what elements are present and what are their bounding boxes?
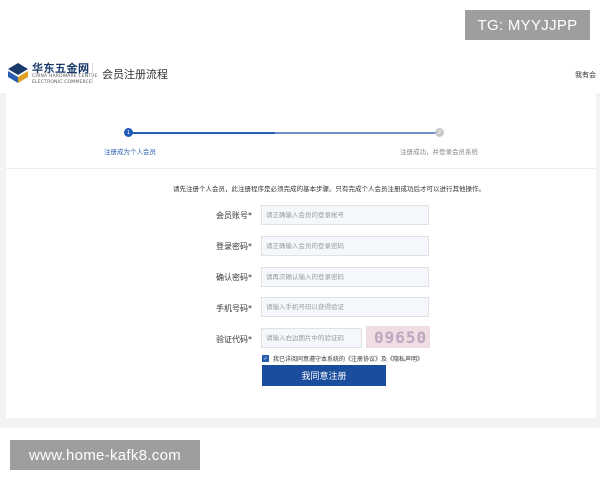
login-link[interactable]: 我有会: [575, 70, 596, 80]
phone-input[interactable]: [261, 297, 429, 317]
section-divider: [6, 168, 596, 169]
step-2-marker: 2: [435, 128, 444, 137]
step-1-label: 注册成为个人会员: [104, 148, 156, 156]
step-1-marker: 1: [124, 128, 133, 137]
brand-logo-icon[interactable]: [6, 61, 30, 85]
progress-line-completed: [128, 132, 275, 134]
registration-notice: 请先注册个人会员，此注册程序是必须完成的基本步骤。只有完成个人会员注册成功后才可…: [173, 185, 485, 193]
agreement-text: 我已详阅同意遵守本系统的《注册协议》及《隐私声明》: [273, 356, 424, 363]
phone-label: 手机号码*: [216, 304, 252, 313]
checkbox-checked-icon[interactable]: ✓: [262, 355, 269, 362]
progress-line-pending: [275, 132, 440, 134]
watermark-telegram: TG: MYYJJPP: [465, 10, 590, 40]
account-label: 会员账号*: [216, 211, 252, 220]
brand-subtitle-line2: ELECTRONIC COMMERCE: [32, 80, 92, 85]
captcha-code: 09650: [374, 328, 428, 347]
header-divider: [92, 63, 93, 83]
password-input[interactable]: [261, 236, 429, 256]
brand-subtitle-line1: CHINA HARDWARE CENTRE: [32, 74, 98, 79]
site-header: 华东五金网 CHINA HARDWARE CENTRE ELECTRONIC C…: [0, 55, 600, 93]
submit-register-button[interactable]: 我同意注册: [262, 365, 386, 386]
confirm-password-label: 确认密码*: [216, 273, 252, 282]
account-input[interactable]: [261, 205, 429, 225]
captcha-image[interactable]: 09650: [366, 326, 430, 348]
confirm-password-input[interactable]: [261, 267, 429, 287]
step-2-label: 注册成功，并登录会员系统: [400, 148, 478, 156]
watermark-domain: www.home-kafk8.com: [10, 440, 200, 470]
agreement-row[interactable]: ✓ 我已详阅同意遵守本系统的《注册协议》及《隐私声明》: [262, 354, 423, 363]
captcha-input[interactable]: [261, 328, 362, 348]
page-title: 会员注册流程: [102, 68, 168, 81]
password-label: 登录密码*: [216, 242, 252, 251]
captcha-label: 验证代码*: [216, 335, 252, 344]
